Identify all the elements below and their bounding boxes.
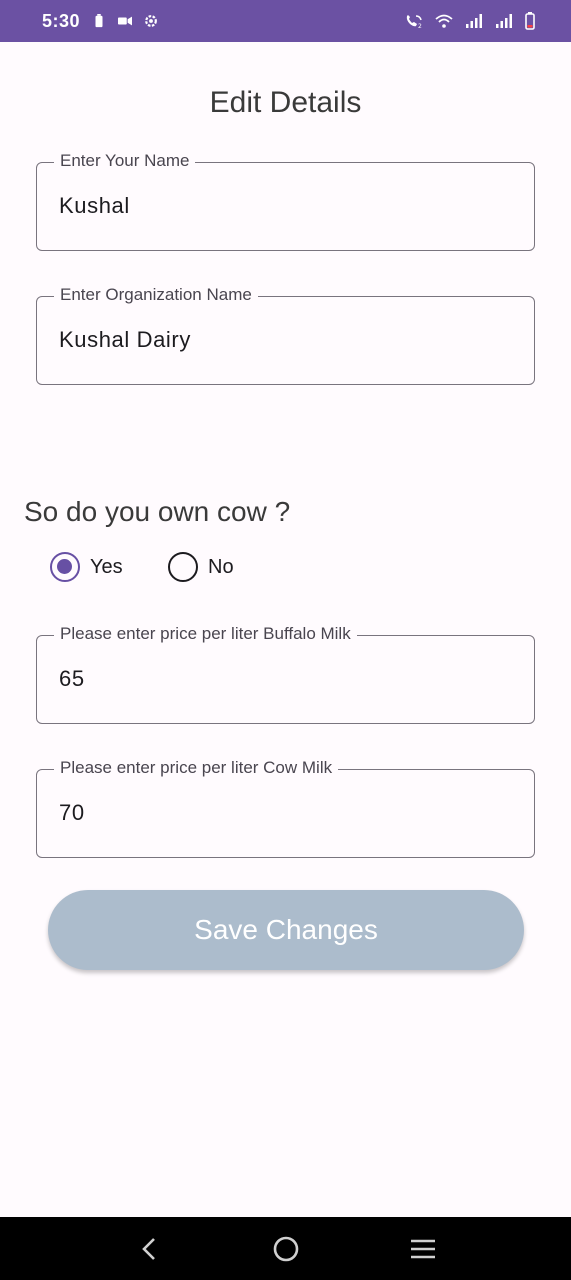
buffalo-price-field[interactable]: Please enter price per liter Buffalo Mil… bbox=[36, 624, 535, 724]
organization-input[interactable] bbox=[59, 327, 509, 353]
own-cow-question: So do you own cow ? bbox=[24, 496, 291, 527]
wifi-calling-icon: 2 bbox=[405, 14, 423, 28]
organization-field-label: Enter Organization Name bbox=[54, 285, 258, 305]
radio-option-yes[interactable]: Yes bbox=[50, 552, 123, 582]
status-right: 2 bbox=[405, 12, 535, 30]
name-input[interactable] bbox=[59, 193, 509, 219]
status-bar: 5:30 2 bbox=[0, 0, 571, 42]
radio-label-no: No bbox=[208, 555, 234, 578]
name-field[interactable]: Enter Your Name bbox=[36, 151, 535, 251]
wifi-icon bbox=[435, 14, 453, 28]
radio-label-yes: Yes bbox=[90, 555, 123, 578]
status-time: 5:30 bbox=[42, 10, 81, 31]
cow-price-field[interactable]: Please enter price per liter Cow Milk bbox=[36, 758, 535, 858]
svg-text:2: 2 bbox=[418, 23, 422, 28]
recents-icon[interactable] bbox=[403, 1229, 443, 1269]
page-title: Edit Details bbox=[209, 86, 362, 119]
status-left: 5:30 bbox=[42, 11, 158, 32]
radio-button-yes[interactable] bbox=[50, 552, 80, 582]
home-icon[interactable] bbox=[266, 1229, 306, 1269]
organization-field[interactable]: Enter Organization Name bbox=[36, 285, 535, 385]
radio-button-no[interactable] bbox=[168, 552, 198, 582]
buffalo-price-field-label: Please enter price per liter Buffalo Mil… bbox=[54, 624, 357, 644]
signal-icon bbox=[465, 14, 483, 28]
settings-icon bbox=[144, 14, 158, 28]
name-field-label: Enter Your Name bbox=[54, 151, 196, 171]
buffalo-price-input[interactable] bbox=[59, 666, 509, 692]
back-icon[interactable] bbox=[129, 1229, 169, 1269]
battery-saver-icon bbox=[92, 14, 106, 28]
video-record-icon bbox=[118, 14, 133, 28]
cow-price-field-label: Please enter price per liter Cow Milk bbox=[54, 758, 339, 778]
navigation-bar bbox=[0, 1217, 571, 1280]
signal-icon bbox=[495, 14, 513, 28]
cow-price-input[interactable] bbox=[59, 800, 509, 826]
radio-option-no[interactable]: No bbox=[168, 552, 234, 582]
battery-icon bbox=[525, 12, 535, 30]
save-changes-button[interactable]: Save Changes bbox=[48, 890, 524, 970]
